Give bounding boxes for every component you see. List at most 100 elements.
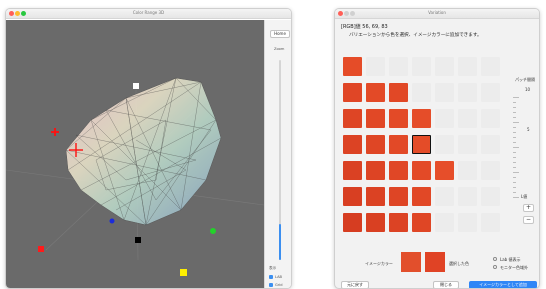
zoom-slider-fill (279, 224, 281, 260)
variation-swatch[interactable] (481, 135, 500, 154)
variation-swatch[interactable] (389, 83, 408, 102)
variation-swatch[interactable] (366, 83, 385, 102)
variation-swatch[interactable] (458, 135, 477, 154)
scale-tick (513, 97, 519, 98)
variation-swatch[interactable] (435, 57, 454, 76)
lab-display-radio[interactable] (493, 257, 497, 261)
gamut-mesh-plot (6, 77, 265, 276)
variation-swatch[interactable] (343, 57, 362, 76)
variation-swatch[interactable] (343, 187, 362, 206)
variation-swatch[interactable] (366, 187, 385, 206)
scale-tick (513, 132, 516, 133)
title-bar: Color Range 3D (6, 9, 291, 19)
variation-swatch[interactable] (412, 83, 431, 102)
out-of-gamut-label: モニター色域外 (500, 265, 528, 270)
color-range-3d-window: Color Range 3D Home Zoom 表示 LAB Grid (5, 8, 292, 289)
variation-swatch[interactable] (389, 213, 408, 232)
variation-swatch[interactable] (412, 109, 431, 128)
gamut-solid (65, 77, 222, 226)
variation-swatch[interactable] (458, 161, 477, 180)
variation-swatch[interactable] (389, 57, 408, 76)
minus-button[interactable]: − (523, 216, 534, 224)
variation-swatch[interactable] (435, 109, 454, 128)
scale-tick (513, 112, 516, 113)
variation-window: Variation [RGB]値 56, 69, 83 バリエーションから色を選… (334, 8, 540, 289)
rgb-value-label: [RGB]値 56, 69, 83 (341, 24, 388, 30)
variation-swatch[interactable] (435, 83, 454, 102)
window-title: Color Range 3D (132, 10, 165, 15)
scale-tick (513, 107, 516, 108)
add-image-color-button[interactable]: イメージカラーとして追加 (469, 281, 537, 288)
variation-swatch[interactable] (366, 109, 385, 128)
green-point-marker (210, 228, 216, 234)
zoom-slider[interactable] (279, 60, 281, 260)
scale-tick (513, 167, 516, 168)
variation-swatch[interactable] (389, 109, 408, 128)
home-button[interactable]: Home (270, 30, 290, 38)
variation-swatch[interactable] (389, 161, 408, 180)
lab-checkbox-label: LAB (275, 275, 283, 279)
variation-swatch[interactable] (412, 161, 431, 180)
lab-checkbox[interactable] (269, 275, 273, 279)
scale-tick (513, 102, 516, 103)
variation-swatch[interactable] (458, 83, 477, 102)
variation-swatch[interactable] (412, 57, 431, 76)
variation-swatch[interactable] (481, 161, 500, 180)
variation-swatch[interactable] (343, 83, 362, 102)
variation-swatch[interactable] (458, 57, 477, 76)
variation-swatch[interactable] (343, 213, 362, 232)
variation-swatch[interactable] (435, 135, 454, 154)
variation-swatch[interactable] (481, 187, 500, 206)
variation-swatch[interactable] (481, 213, 500, 232)
image-color-label: イメージカラー (365, 261, 393, 266)
variation-swatch[interactable] (412, 187, 431, 206)
view-side-panel: Home Zoom 表示 LAB Grid (264, 20, 291, 288)
scale-tick (513, 182, 516, 183)
scale-tick (513, 127, 516, 128)
undo-button[interactable]: 元に戻す (341, 281, 369, 288)
variation-swatch[interactable] (366, 57, 385, 76)
display-heading: 表示 (269, 266, 277, 270)
variation-swatch[interactable] (481, 83, 500, 102)
variation-swatch[interactable] (481, 109, 500, 128)
grid-checkbox[interactable] (269, 283, 273, 287)
variation-swatch[interactable] (458, 109, 477, 128)
out-of-gamut-radio[interactable] (493, 265, 497, 269)
scale-tick (513, 177, 516, 178)
patch-interval-label: パッチ間隔 (515, 77, 535, 82)
variation-swatch[interactable] (366, 135, 385, 154)
variation-swatch[interactable] (435, 213, 454, 232)
scale-tick (513, 157, 516, 158)
blue-point-marker (109, 218, 115, 224)
variation-swatch[interactable] (366, 213, 385, 232)
scale-top-label: 10 (525, 87, 531, 92)
variation-swatch-grid (343, 57, 505, 239)
scale-tick (513, 192, 516, 193)
step-label: L値 (521, 194, 528, 199)
variation-swatch-selected[interactable] (412, 135, 431, 154)
color-gamut-3d-view[interactable] (6, 20, 265, 288)
variation-swatch[interactable] (343, 109, 362, 128)
scale-tick (513, 147, 519, 148)
variation-swatch[interactable] (343, 135, 362, 154)
yellow-corner-marker (180, 269, 187, 276)
black-point-marker (135, 237, 141, 243)
patch-interval-scale[interactable] (513, 97, 523, 198)
red-corner-marker (38, 246, 44, 252)
scale-tick (513, 117, 516, 118)
variation-swatch[interactable] (458, 187, 477, 206)
plus-button[interactable]: + (523, 204, 534, 212)
variation-swatch[interactable] (481, 57, 500, 76)
variation-swatch[interactable] (343, 161, 362, 180)
variation-swatch[interactable] (435, 187, 454, 206)
variation-swatch[interactable] (412, 213, 431, 232)
selected-color-label: 選択した色 (449, 261, 469, 266)
variation-swatch[interactable] (389, 135, 408, 154)
variation-swatch[interactable] (435, 161, 454, 180)
variation-swatch[interactable] (389, 187, 408, 206)
scale-tick (513, 172, 519, 173)
variation-swatch[interactable] (458, 213, 477, 232)
close-button[interactable]: 閉じる (433, 281, 459, 288)
selected-color-swatch (401, 252, 421, 272)
variation-swatch[interactable] (366, 161, 385, 180)
